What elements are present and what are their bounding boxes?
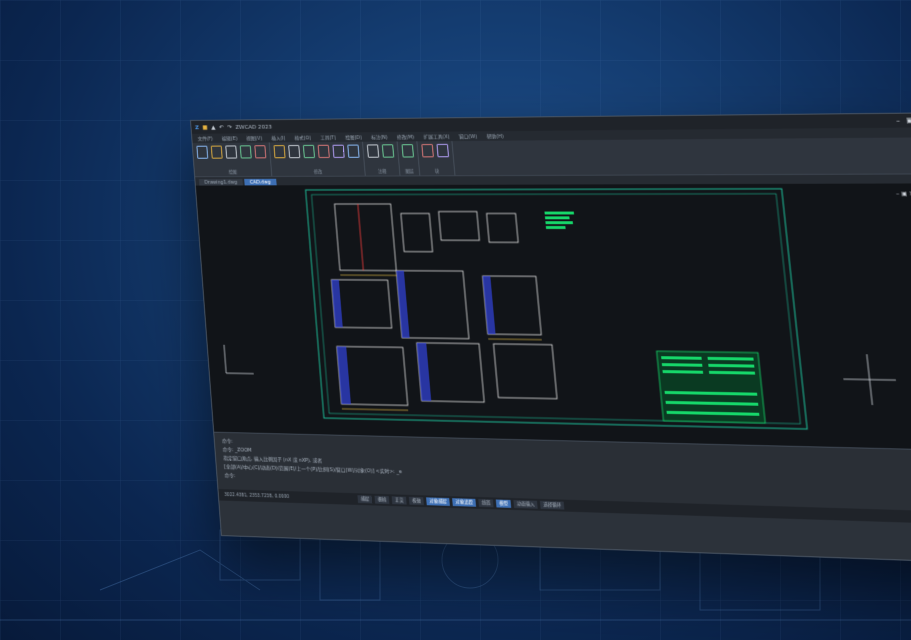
ribbon: 绘图 修改 注释 图层 块 — [192, 137, 911, 178]
menu-item[interactable]: 插入(I) — [271, 134, 286, 141]
crosshair-cursor — [841, 354, 899, 406]
block-icon[interactable] — [421, 144, 434, 158]
ribbon-group-label: 块 — [434, 169, 440, 175]
maximize-icon[interactable]: ▣ — [906, 117, 911, 125]
status-toggle[interactable]: 极轴 — [408, 496, 425, 506]
insert-icon[interactable] — [436, 143, 450, 158]
line-icon[interactable] — [196, 145, 209, 159]
mirror-icon[interactable] — [317, 144, 330, 158]
rotate-icon[interactable] — [302, 144, 316, 159]
erase-icon[interactable] — [347, 144, 360, 158]
menu-item[interactable]: 标注(N) — [371, 134, 388, 140]
save-icon[interactable]: ■ — [202, 124, 208, 131]
drawing-sheet: – ▣ ✕ — [196, 183, 911, 450]
ribbon-group: 块 — [417, 141, 456, 176]
undo-icon[interactable]: ↶ — [219, 124, 224, 131]
coordinates-readout: 3022.4381, 2353.7238, 0.0000 — [224, 492, 290, 500]
rectangle-icon[interactable] — [254, 145, 267, 159]
status-toggle[interactable]: 捕捉 — [357, 495, 373, 504]
assembly-views — [325, 204, 558, 409]
ribbon-group: 修改 — [269, 141, 366, 177]
layer-icon[interactable] — [401, 144, 415, 158]
dimension-icon[interactable] — [381, 144, 395, 158]
perspective-stage: Z ■ ▲ ↶ ↷ ZWCAD 2023 – ▣ ✕ 文件(F) 编辑(E) 视图(… — [20, 112, 911, 582]
ribbon-group-label: 注释 — [377, 169, 387, 175]
notes-block — [544, 211, 575, 229]
circle-icon[interactable] — [225, 145, 238, 159]
minimize-icon[interactable]: – — [896, 117, 901, 125]
status-toggle[interactable]: 动态输入 — [513, 500, 538, 509]
ribbon-group-label: 修改 — [313, 170, 323, 175]
menu-item[interactable]: 编辑(E) — [222, 135, 238, 142]
viewport-controls[interactable]: – ▣ ✕ — [896, 191, 911, 198]
status-toggle[interactable]: 线宽 — [478, 498, 494, 508]
drawing-canvas[interactable]: – ▣ ✕ — [195, 183, 911, 451]
menu-item[interactable]: 工具(T) — [320, 134, 336, 141]
arc-icon[interactable] — [239, 145, 252, 159]
menu-item[interactable]: 绘图(D) — [345, 134, 362, 141]
menu-item[interactable]: 窗口(W) — [459, 133, 478, 140]
text-icon[interactable] — [366, 144, 380, 158]
menu-item[interactable]: 文件(F) — [197, 135, 213, 142]
svg-text:– ▣ ✕: – ▣ ✕ — [896, 191, 911, 198]
status-toggle[interactable]: 正交 — [391, 496, 407, 505]
ribbon-group: 绘图 — [192, 142, 273, 177]
redo-icon[interactable]: ↷ — [227, 124, 232, 131]
status-toggle[interactable]: 对象追踪 — [452, 498, 477, 507]
menu-item[interactable]: 格式(O) — [294, 134, 311, 141]
status-toggle[interactable]: 栅格 — [374, 495, 390, 505]
trim-icon[interactable] — [332, 144, 345, 158]
ucs-axis-icon — [224, 345, 254, 374]
app-logo-icon[interactable]: Z — [195, 124, 199, 130]
menu-item[interactable]: 帮助(H) — [486, 133, 503, 139]
ribbon-group: 注释 — [362, 141, 401, 176]
title-block — [657, 351, 766, 423]
ribbon-group-label: 图层 — [405, 169, 415, 175]
open-icon[interactable]: ▲ — [211, 124, 216, 131]
window-title: ZWCAD 2023 — [235, 123, 273, 131]
copy-icon[interactable] — [288, 145, 301, 159]
menu-item[interactable]: 视图(V) — [246, 135, 262, 142]
polyline-icon[interactable] — [210, 145, 223, 159]
menu-item[interactable]: 修改(M) — [397, 133, 415, 140]
status-toggle[interactable]: 选择循环 — [540, 500, 565, 510]
menu-item[interactable]: 扩展工具(X) — [423, 133, 449, 140]
status-toggle[interactable]: 模型 — [495, 499, 512, 508]
move-icon[interactable] — [273, 145, 286, 159]
cad-app-window: Z ■ ▲ ↶ ↷ ZWCAD 2023 – ▣ ✕ 文件(F) 编辑(E) 视图(… — [190, 112, 911, 564]
ribbon-group-label: 绘图 — [228, 170, 238, 176]
status-toggle[interactable]: 对象捕捉 — [426, 497, 451, 506]
hatch-fills — [331, 270, 496, 405]
